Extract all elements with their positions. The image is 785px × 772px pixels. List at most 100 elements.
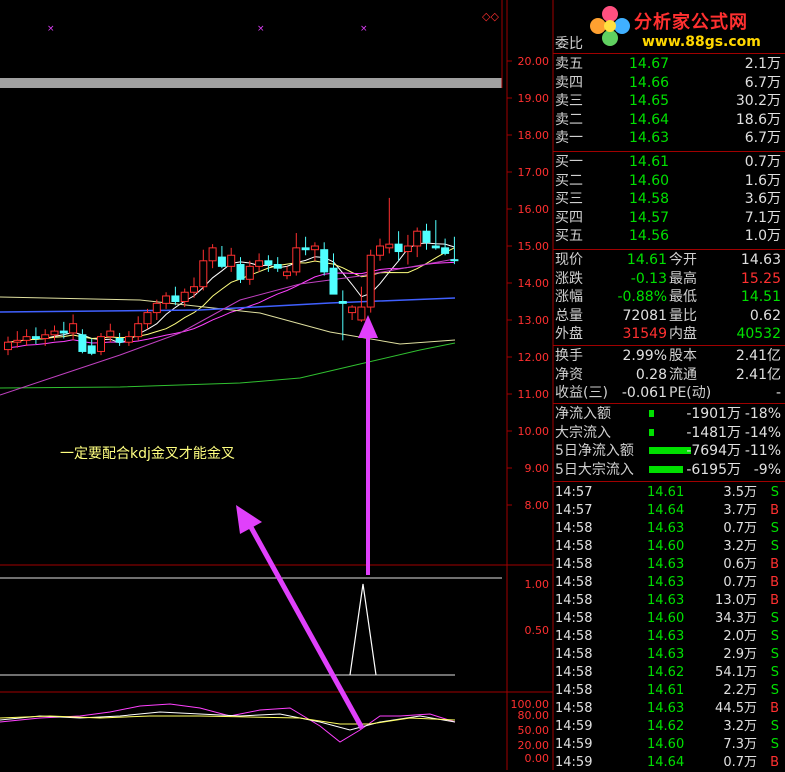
tick-price: 14.63 bbox=[647, 647, 685, 662]
ma30-line bbox=[0, 258, 456, 396]
price-axis-label: 14.00 bbox=[518, 277, 550, 290]
flow-row-content: 大宗流入 -1481万 -14% bbox=[553, 424, 785, 442]
candle-up bbox=[180, 291, 189, 302]
candle-up bbox=[4, 341, 12, 351]
tick-time: 14:58 bbox=[555, 611, 593, 626]
tick-row: 14:58 14.62 54.1万 S bbox=[553, 664, 785, 682]
candle-up bbox=[152, 302, 161, 314]
candle-up bbox=[413, 230, 422, 247]
flow-label: 5日大宗流入 bbox=[555, 461, 634, 478]
fundamental-label: PE(动) bbox=[669, 385, 712, 401]
tick-price: 14.63 bbox=[647, 557, 685, 572]
fundamental-value: -0.061 bbox=[621, 385, 667, 401]
quote-row-content: 外盘 31549 内盘 40532 bbox=[553, 325, 785, 343]
bid-row-content: 买五 14.56 1.0万 bbox=[553, 227, 785, 245]
candle-down bbox=[338, 301, 347, 304]
panel-separator bbox=[553, 151, 785, 152]
tick-price: 14.63 bbox=[647, 575, 685, 590]
bid-row: 买二 14.60 1.6万 bbox=[553, 172, 785, 190]
candle-up bbox=[97, 336, 105, 352]
tick-row: 14:58 14.63 0.6万 B bbox=[553, 556, 785, 574]
quote-value: 31549 bbox=[622, 326, 667, 342]
quote-value: 72081 bbox=[622, 307, 667, 324]
bid-volume: 3.6万 bbox=[744, 191, 781, 207]
candle-down bbox=[422, 230, 431, 243]
tick-side: S bbox=[770, 485, 779, 500]
tick-row-content: 14:58 14.60 34.3万 S bbox=[553, 610, 785, 628]
ask-volume: 6.7万 bbox=[744, 74, 781, 91]
tick-row: 14:58 14.63 13.0万 B bbox=[553, 592, 785, 610]
candle-up bbox=[199, 260, 208, 288]
price-axis-label: 19.00 bbox=[518, 92, 550, 105]
chart-annotation: 一定要配合kdj金叉才能金叉 bbox=[60, 446, 235, 462]
candle-up bbox=[106, 330, 115, 338]
ask-label: 卖三 bbox=[555, 93, 583, 109]
candle-up bbox=[283, 271, 291, 277]
ma60-line bbox=[0, 296, 456, 345]
price-axis-label: 10.00 bbox=[518, 425, 550, 438]
tick-row-content: 14:59 14.60 7.3万 S bbox=[553, 736, 785, 754]
tick-side: S bbox=[770, 719, 779, 734]
flow-row: 5日大宗流入 -6195万 -9% bbox=[553, 461, 785, 479]
flow-label: 大宗流入 bbox=[555, 424, 611, 441]
ma250-line bbox=[0, 342, 456, 389]
candle-up bbox=[376, 245, 384, 256]
tick-row-content: 14:58 14.63 13.0万 B bbox=[553, 592, 785, 610]
tick-volume: 54.1万 bbox=[715, 665, 757, 680]
flow-label: 净流入额 bbox=[555, 406, 611, 422]
ask-row: 卖一 14.63 6.7万 bbox=[553, 129, 785, 147]
tick-row-content: 14:58 14.61 2.2万 S bbox=[553, 682, 785, 700]
flow-bar bbox=[649, 428, 654, 436]
logo-brand: 分析家公式网 bbox=[634, 12, 748, 33]
tick-row-content: 14:58 14.63 0.6万 B bbox=[553, 556, 785, 574]
ask-row-content: 卖四 14.66 6.7万 bbox=[553, 74, 785, 92]
price-axis-label: 8.00 bbox=[525, 499, 550, 512]
quote-value: 14.61 bbox=[626, 252, 667, 268]
candle-up bbox=[162, 295, 171, 304]
candle-up bbox=[255, 260, 264, 267]
tick-volume: 2.2万 bbox=[723, 683, 757, 698]
tick-volume: 44.5万 bbox=[715, 701, 757, 716]
quote-label: 今开 bbox=[669, 252, 697, 268]
quote-value: 14.51 bbox=[740, 289, 781, 305]
axis-labels: 20.00 19.00 18.00 17.00 16.00 15.00 14.00 13.00… bbox=[507, 55, 549, 765]
candle-up bbox=[124, 336, 133, 343]
tick-volume: 2.9万 bbox=[723, 647, 757, 662]
bid-price: 14.58 bbox=[629, 191, 670, 207]
signal-spike bbox=[349, 583, 377, 676]
quote-row: 现价 14.61 今开 14.63 bbox=[553, 251, 785, 269]
bid-volume: 7.1万 bbox=[744, 209, 781, 226]
ask-volume: 6.7万 bbox=[744, 130, 781, 146]
tick-side: S bbox=[770, 629, 779, 644]
price-axis-label: 16.00 bbox=[518, 203, 550, 216]
tick-time: 14:58 bbox=[555, 575, 593, 590]
candle-up bbox=[143, 312, 152, 325]
price-axis-label: 9.00 bbox=[525, 462, 550, 475]
bid-price: 14.57 bbox=[629, 209, 670, 226]
quote-row-content: 涨跌 -0.13 最高 15.25 bbox=[553, 270, 785, 288]
ask-price: 14.63 bbox=[629, 130, 670, 146]
flow-bar bbox=[649, 410, 654, 417]
quote-row-content: 涨幅 -0.88% 最低 14.51 bbox=[553, 288, 785, 306]
bid-volume: 0.7万 bbox=[744, 154, 781, 170]
fundamental-row-content: 净资 0.28 流通 2.41亿 bbox=[553, 366, 785, 384]
tick-time: 14:58 bbox=[555, 557, 593, 572]
tick-row: 14:59 14.62 3.2万 S bbox=[553, 718, 785, 736]
fundamental-label: 收益(三) bbox=[555, 385, 608, 401]
tick-volume: 0.7万 bbox=[723, 575, 757, 590]
bid-label: 买一 bbox=[555, 154, 583, 170]
quote-label: 涨幅 bbox=[555, 289, 583, 305]
tick-row-content: 14:58 14.63 2.9万 S bbox=[553, 646, 785, 664]
ask-price: 14.67 bbox=[629, 56, 670, 72]
flow-value: -6195万 bbox=[686, 461, 741, 478]
tick-volume: 3.2万 bbox=[723, 719, 757, 734]
candle-up bbox=[190, 286, 198, 293]
tick-row: 14:58 14.60 3.2万 S bbox=[553, 538, 785, 556]
scroll-bar[interactable] bbox=[0, 78, 502, 88]
arrow-diag-head bbox=[236, 505, 262, 534]
tick-row: 14:57 14.64 3.7万 B bbox=[553, 502, 785, 520]
flow-row-content: 5日净流入额 -7694万 -11% bbox=[553, 442, 785, 460]
tick-row: 14:59 14.64 0.7万 B bbox=[553, 754, 785, 772]
tick-row-content: 14:58 14.63 44.5万 B bbox=[553, 700, 785, 718]
flow-percent: -11% bbox=[744, 443, 781, 459]
